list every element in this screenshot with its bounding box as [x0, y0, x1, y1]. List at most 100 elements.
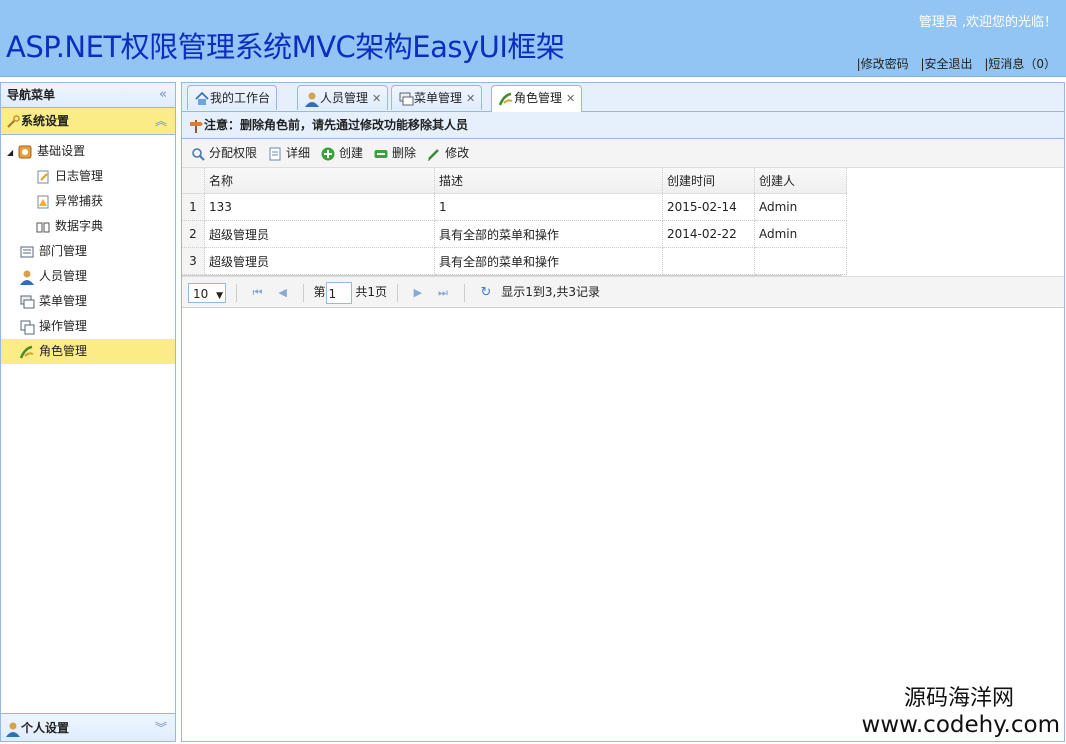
close-icon[interactable]: ✕ [466, 92, 475, 105]
nav-panel: 导航菜单 « 系统设置 ︽ ◢ 基础设置日志管理异常捕获数据字典部门管理人员管理菜… [0, 82, 176, 742]
sidebar-item-2[interactable]: 日志管理 [1, 164, 175, 189]
table-cell: 2014-02-22 [662, 220, 755, 248]
welcome-text: 管理员 ,欢迎您的光临！ [918, 15, 1057, 30]
document-icon [269, 147, 281, 160]
notice-text: 注意：删除角色前，请先通过修改功能移除其人员 [204, 118, 469, 132]
close-icon[interactable]: ✕ [372, 92, 381, 105]
table-cell: Admin [754, 220, 847, 248]
pager-divider [463, 283, 465, 302]
sidebar-item-9[interactable]: 角色管理 [1, 339, 175, 364]
next-page-icon[interactable]: ▶ [414, 286, 422, 299]
toolbar-button-label: 删除 [392, 146, 417, 160]
column-header-created-time[interactable]: 创建时间 [662, 168, 755, 194]
table-header-row: 名称 描述 创建时间 创建人 [182, 168, 847, 194]
tab-label: 角色管理 [514, 91, 563, 105]
row-number-header [182, 168, 205, 194]
table-cell [662, 247, 755, 275]
nav-panel-header: 导航菜单 « [1, 83, 175, 108]
sidebar-item-label: 数据字典 [55, 219, 104, 233]
roles-table: 名称 描述 创建时间 创建人 1 133 1 2015-02-14 Admin 2 超级管理… [182, 168, 847, 275]
table-cell [754, 247, 847, 275]
sidebar-item-5[interactable]: 部门管理 [1, 239, 175, 264]
prev-page-icon[interactable]: ◀ [278, 286, 286, 299]
accordion-personal-settings[interactable]: 个人设置 ︾ [1, 713, 175, 741]
table-row[interactable]: 3 超级管理员 具有全部的菜单和操作 [182, 247, 847, 275]
close-icon[interactable]: ✕ [566, 92, 575, 105]
tab-1[interactable]: 我的工作台 [187, 85, 278, 110]
department-icon [20, 246, 34, 257]
sidebar-item-label: 人员管理 [39, 269, 88, 283]
watermark-line1: 源码海洋网 [903, 686, 1014, 711]
remove-icon [374, 149, 388, 158]
toolbar-button-1[interactable]: 分配权限 [190, 146, 257, 161]
sidebar-item-label: 操作管理 [39, 319, 88, 333]
collapse-left-icon[interactable]: « [159, 83, 167, 107]
tab-2[interactable]: 人员管理 ✕ [297, 85, 389, 110]
sidebar-item-6[interactable]: 人员管理 [1, 264, 175, 289]
table-cell: 133 [204, 193, 435, 221]
refresh-icon[interactable]: ↻ [481, 285, 492, 300]
logout-link[interactable]: |安全退出 [920, 57, 972, 71]
pager-divider [396, 283, 398, 302]
table-cell: 具有全部的菜单和操作 [434, 247, 663, 275]
row-number: 1 [182, 193, 205, 221]
table-row[interactable]: 2 超级管理员 具有全部的菜单和操作 2014-02-22 Admin [182, 220, 847, 248]
sidebar-item-4[interactable]: 数据字典 [1, 214, 175, 239]
add-icon [321, 147, 335, 160]
tab-label: 我的工作台 [210, 91, 271, 105]
sidebar-item-label: 菜单管理 [39, 294, 88, 308]
sidebar-item-1[interactable]: ◢ 基础设置 [1, 139, 175, 164]
accordion-expand-icon[interactable]: ︾ [155, 714, 167, 742]
row-number: 2 [182, 220, 205, 248]
page-number-input[interactable]: 1 [325, 281, 352, 304]
last-page-icon[interactable]: ⏭ [438, 286, 448, 299]
log-icon [37, 170, 49, 183]
change-password-link[interactable]: |修改密码 [857, 57, 909, 71]
sidebar-item-label: 角色管理 [39, 344, 88, 358]
operation-icon [20, 320, 35, 334]
tree-expander-icon[interactable]: ◢ [7, 148, 13, 157]
pager-divider [302, 283, 304, 302]
toolbar-button-3[interactable]: 创建 [320, 146, 363, 160]
sidebar-item-7[interactable]: 菜单管理 [1, 289, 175, 314]
watermark-line2: www.codehy.com [861, 712, 1060, 738]
warning-icon [37, 195, 49, 208]
sidebar-item-label: 日志管理 [55, 169, 104, 183]
table-cell: Admin [754, 193, 847, 221]
gear-icon [18, 145, 32, 158]
sidebar-item-label: 异常捕获 [55, 194, 104, 208]
nav-panel-title: 导航菜单 [7, 88, 56, 102]
column-header-name[interactable]: 名称 [204, 168, 435, 194]
sidebar-item-3[interactable]: 异常捕获 [1, 189, 175, 214]
notice-bar: 注意：删除角色前，请先通过修改功能移除其人员 [182, 112, 1064, 139]
accordion-system-settings[interactable]: 系统设置 ︽ [1, 108, 175, 135]
menu-icon [399, 92, 414, 105]
sidebar-item-8[interactable]: 操作管理 [1, 314, 175, 339]
menu-icon [20, 295, 35, 308]
page-size-select[interactable]: 10 ▼ [188, 282, 226, 303]
tab-4[interactable]: 角色管理 ✕ [491, 85, 583, 112]
table-cell: 超级管理员 [204, 247, 435, 275]
header-links: |修改密码 |安全退出 |短消息（0） [849, 55, 1056, 72]
messages-link[interactable]: |短消息（0） [984, 57, 1056, 71]
toolbar-button-5[interactable]: 修改 [426, 146, 469, 161]
first-page-icon[interactable]: ⏮ [253, 286, 263, 299]
tab-3[interactable]: 菜单管理 ✕ [391, 85, 483, 110]
user-icon [305, 92, 319, 107]
accordion-system-settings-label: 系统设置 [21, 114, 70, 128]
wrench-icon [7, 114, 20, 128]
app-header: ASP.NET权限管理系统MVC架构EasyUI框架 管理员 ,欢迎您的光临！ … [0, 0, 1066, 77]
search-icon [192, 147, 205, 161]
column-header-creator[interactable]: 创建人 [754, 168, 847, 194]
accordion-personal-settings-label: 个人设置 [21, 721, 70, 735]
toolbar-button-4[interactable]: 删除 [373, 146, 416, 160]
toolbar-button-label: 创建 [339, 146, 364, 160]
page-total: 共1页 [355, 285, 387, 299]
column-header-description[interactable]: 描述 [434, 168, 663, 194]
sidebar-item-label: 部门管理 [39, 244, 88, 258]
toolbar-button-2[interactable]: 详细 [267, 146, 310, 160]
signpost-icon [190, 119, 203, 133]
app-title: ASP.NET权限管理系统MVC架构EasyUI框架 [6, 30, 565, 64]
accordion-collapse-icon[interactable]: ︽ [155, 108, 167, 134]
table-row[interactable]: 1 133 1 2015-02-14 Admin [182, 193, 847, 221]
